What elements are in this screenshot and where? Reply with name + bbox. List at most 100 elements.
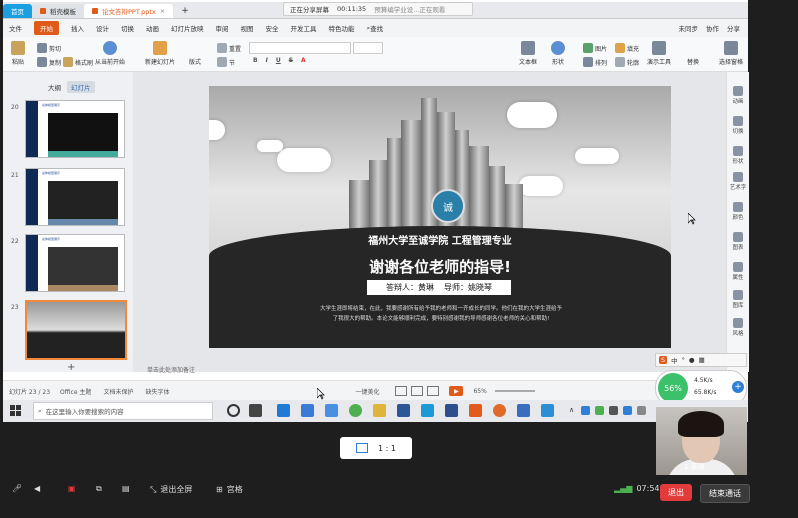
reading-view-icon[interactable] [427, 386, 440, 396]
exit-fullscreen-button[interactable]: ⤡ 退出全屏 [150, 484, 192, 495]
zoom-level[interactable]: 65% [473, 388, 486, 395]
rtool-style[interactable]: 风格 [729, 318, 747, 337]
outline-button[interactable]: 轮廓 [615, 57, 639, 67]
format-painter-button[interactable]: 格式刷 [63, 57, 93, 67]
font-color-icon[interactable]: A [301, 57, 306, 64]
gallery-button[interactable]: ⊞ 宫格 [216, 484, 243, 495]
rtool-gallery[interactable]: 图库 [729, 290, 747, 309]
tray-icon[interactable] [581, 406, 590, 415]
slide-thumbnail-20[interactable]: 总体模型展示 [25, 100, 125, 158]
menu-insert[interactable]: 插入 [71, 23, 84, 33]
select-pane-button[interactable]: 选择窗格 [719, 41, 743, 66]
app-chart-icon[interactable] [445, 404, 458, 417]
zoom-slider[interactable] [494, 390, 535, 392]
underline-icon[interactable]: U [276, 57, 281, 64]
slide-thumbnail-21[interactable]: 总体模型展示 [25, 168, 125, 226]
menu-transition[interactable]: 切换 [121, 23, 134, 33]
tab-outline[interactable]: 大纲 [48, 82, 61, 92]
play-slideshow-icon[interactable]: ▶ [449, 386, 464, 396]
task-view-icon[interactable] [249, 404, 262, 417]
rtool-properties[interactable]: 属性 [729, 262, 747, 281]
end-call-button[interactable]: 结束通话 [700, 484, 750, 503]
replace-button[interactable]: 替换 [687, 57, 699, 66]
sync-status[interactable]: 未同步 [679, 23, 699, 33]
tab-slides[interactable]: 幻灯片 [67, 81, 95, 93]
microphone-button[interactable]: 🎤︎ [12, 484, 22, 493]
wps-icon[interactable] [469, 404, 482, 417]
new-tab-button[interactable]: + [173, 4, 197, 18]
paste-button[interactable]: 粘贴 [11, 41, 25, 66]
reset-button[interactable]: 重置 [217, 43, 241, 53]
ime-punct-icon[interactable]: ° [682, 356, 685, 364]
slide-canvas[interactable]: 诚 福州大学至诚学院 工程管理专业 谢谢各位老师的指导! 答辩人：黄琳 导师：姚… [133, 72, 726, 372]
rtool-animation[interactable]: 动画 [729, 86, 747, 105]
leave-button[interactable]: 退出 [660, 484, 692, 501]
notes-area[interactable]: 单击此处添加备注 [133, 364, 726, 374]
menu-design[interactable]: 设计 [96, 23, 109, 33]
plus-icon[interactable]: + [732, 381, 744, 393]
slide-thumbnail-23[interactable] [25, 300, 127, 360]
tray-icon[interactable] [609, 406, 618, 415]
edge-icon[interactable] [277, 404, 290, 417]
record-button[interactable]: ▤ [122, 484, 130, 493]
menu-devtools[interactable]: 开发工具 [291, 23, 317, 33]
rtool-wordart[interactable]: 艺术字 [729, 172, 747, 191]
tray-chevron-icon[interactable]: ∧ [569, 406, 574, 414]
menu-animation[interactable]: 动画 [146, 23, 159, 33]
tray-icon[interactable] [637, 406, 646, 415]
current-slide[interactable]: 诚 福州大学至诚学院 工程管理专业 谢谢各位老师的指导! 答辩人：黄琳 导师：姚… [209, 86, 671, 348]
ime-keyboard-icon[interactable]: ▦ [699, 356, 705, 364]
textbox-button[interactable]: 文本框 [519, 41, 537, 66]
menu-file[interactable]: 文件 [9, 23, 22, 33]
share-screen-button[interactable]: ⧉ [96, 484, 102, 494]
share-button[interactable]: 分享 [727, 23, 740, 33]
windows-start-button[interactable] [5, 400, 27, 422]
rtool-color[interactable]: 颜色 [729, 202, 747, 221]
sorter-view-icon[interactable] [411, 386, 424, 396]
app-t-icon[interactable] [421, 404, 434, 417]
store-icon[interactable] [325, 404, 338, 417]
doc-protect-status[interactable]: 文档未保护 [103, 387, 133, 396]
fill-button[interactable]: 填充 [615, 43, 639, 53]
beautify-button[interactable]: 一键美化 [355, 387, 379, 396]
folder-icon[interactable] [373, 404, 386, 417]
menu-slideshow[interactable]: 幻灯片放映 [171, 23, 204, 33]
cut-button[interactable]: 剪切 [37, 43, 61, 53]
add-slide-button[interactable]: + [67, 362, 75, 373]
tray-icon[interactable] [595, 406, 604, 415]
tab-templates[interactable]: 稻壳模板 [32, 3, 84, 18]
close-icon[interactable]: × [160, 7, 165, 15]
rtool-shape[interactable]: 形状 [729, 146, 747, 165]
camera-off-button[interactable]: ▣ [68, 484, 76, 493]
copy-button[interactable]: 复制 [37, 57, 61, 67]
strike-icon[interactable]: S [289, 57, 293, 64]
tray-icon[interactable] [623, 406, 632, 415]
word-icon[interactable] [397, 404, 410, 417]
ime-mic-icon[interactable]: ● [689, 356, 695, 364]
section-button[interactable]: 节 [217, 57, 235, 67]
picture-button[interactable]: 图片 [583, 43, 607, 53]
play-from-current-button[interactable]: 从当前开始 [95, 41, 125, 66]
tab-home[interactable]: 首页 [3, 3, 32, 18]
italic-icon[interactable]: I [266, 57, 268, 64]
layout-button[interactable]: 版式 [189, 57, 201, 66]
menu-security[interactable]: 安全 [266, 23, 279, 33]
rtool-chart[interactable]: 图表 [729, 232, 747, 251]
menu-review[interactable]: 审阅 [216, 23, 229, 33]
arrange-button[interactable]: 排列 [583, 57, 607, 67]
normal-view-icon[interactable] [395, 386, 408, 396]
presentation-tools-button[interactable]: 演示工具 [647, 41, 671, 66]
menu-view[interactable]: 视图 [241, 23, 254, 33]
cortana-icon[interactable] [227, 404, 240, 417]
slide-thumbnail-22[interactable]: 总体模型展示 [25, 234, 125, 292]
rtool-transition[interactable]: 切换 [729, 116, 747, 135]
font-name-select[interactable] [249, 42, 351, 54]
collab-button[interactable]: 协作 [706, 23, 719, 33]
mail-icon[interactable] [301, 404, 314, 417]
taskbar-search[interactable]: ⌕ 在这里输入你要搜索的内容 [33, 402, 213, 420]
menu-search[interactable]: ⌕ 查找 [367, 23, 384, 34]
ime-language[interactable]: 中 [671, 355, 678, 365]
app-blue-icon[interactable] [517, 404, 530, 417]
new-slide-button[interactable]: 新建幻灯片 [145, 41, 175, 66]
app-orange-icon[interactable] [493, 404, 506, 417]
